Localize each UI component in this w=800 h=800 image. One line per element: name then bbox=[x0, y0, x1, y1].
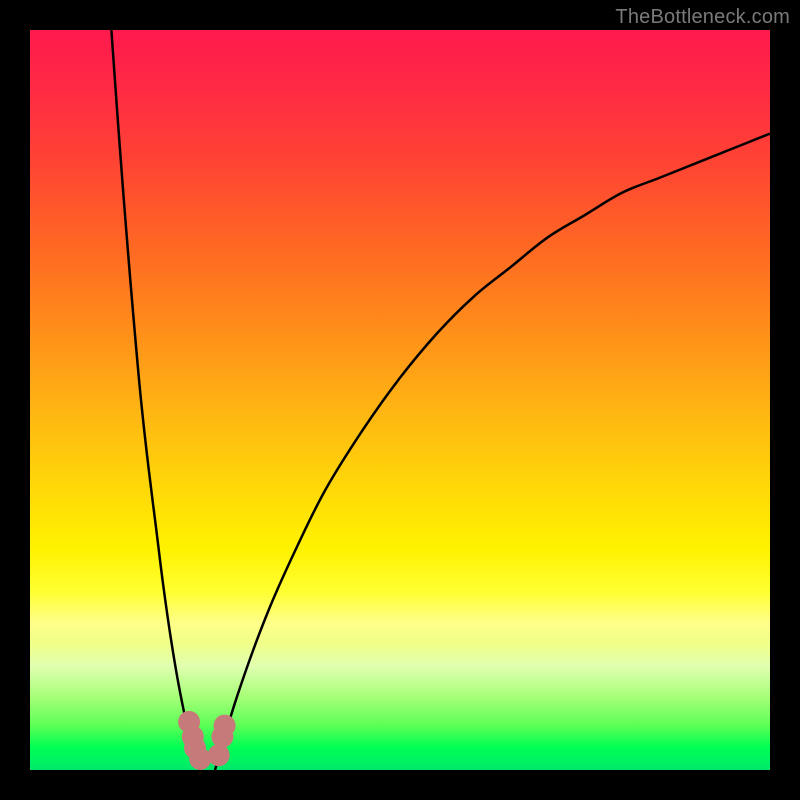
plot-area bbox=[30, 30, 770, 770]
watermark-text: TheBottleneck.com bbox=[615, 6, 790, 29]
bottleneck-markers bbox=[178, 711, 236, 770]
bottleneck-marker bbox=[189, 748, 211, 770]
right-branch-curve bbox=[215, 134, 770, 770]
bottleneck-marker bbox=[208, 744, 230, 766]
left-branch-curve bbox=[111, 30, 200, 770]
curves-svg bbox=[30, 30, 770, 770]
bottleneck-marker bbox=[214, 715, 236, 737]
chart-frame: TheBottleneck.com bbox=[0, 0, 800, 800]
